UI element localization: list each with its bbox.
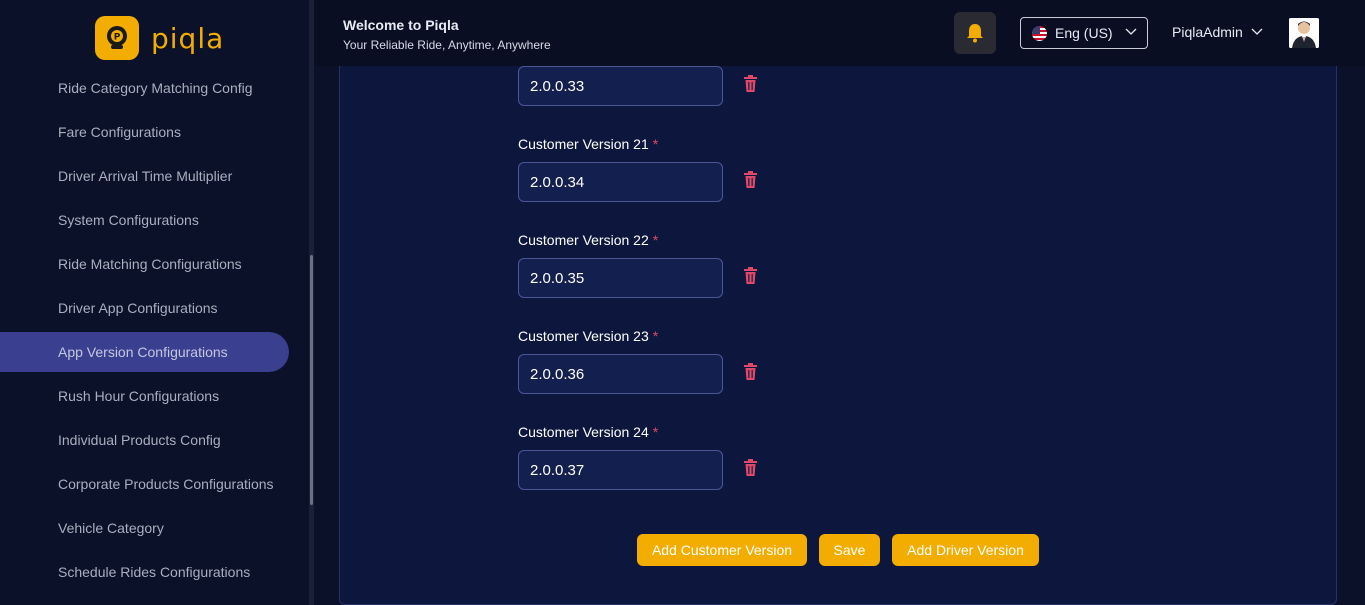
brand-logo[interactable]: P piqla [95,16,224,60]
customer-version-22-input[interactable] [518,258,723,298]
brand-name: piqla [151,21,225,55]
sidebar-item-ride-category-matching[interactable]: Ride Category Matching Config [0,68,289,108]
sidebar-item-corporate-products[interactable]: Corporate Products Configurations [0,464,289,504]
sidebar: P piqla Ride Category Matching Config Fa… [0,0,309,605]
sidebar-item-vehicle-category[interactable]: Vehicle Category [0,508,289,548]
welcome-title: Welcome to Piqla [343,17,459,33]
customer-version-24-input[interactable] [518,450,723,490]
trash-icon[interactable] [743,459,758,476]
app-version-panel [339,66,1337,605]
welcome-subtitle: Your Reliable Ride, Anytime, Anywhere [343,38,551,52]
field-label-text: Customer Version 21 [518,136,649,152]
trash-icon[interactable] [743,171,758,188]
sidebar-item-schedule-rides[interactable]: Schedule Rides Configurations [0,552,289,592]
user-menu[interactable]: PiqlaAdmin [1172,24,1263,40]
sidebar-item-individual-products[interactable]: Individual Products Config [0,420,289,460]
required-mark: * [652,136,659,152]
customer-version-22-label: Customer Version 22 * [518,232,658,248]
field-label-text: Customer Version 22 [518,232,649,248]
customer-version-20-input[interactable] [518,66,723,106]
field-label-text: Customer Version 24 [518,424,649,440]
customer-version-23-label: Customer Version 23 * [518,328,658,344]
chevron-down-icon [1125,28,1137,35]
trash-icon[interactable] [743,363,758,380]
add-customer-version-button[interactable]: Add Customer Version [637,534,807,566]
us-flag-icon [1032,25,1047,41]
required-mark: * [652,424,659,440]
required-mark: * [652,328,659,344]
chevron-down-icon [1251,28,1263,35]
required-mark: * [652,232,659,248]
save-button[interactable]: Save [819,534,880,566]
sidebar-item-driver-app[interactable]: Driver App Configurations [0,288,289,328]
sidebar-item-app-version[interactable]: App Version Configurations [0,332,289,372]
customer-version-23-input[interactable] [518,354,723,394]
customer-version-21-input[interactable] [518,162,723,202]
logo-badge-icon: P [95,16,139,60]
avatar[interactable] [1289,18,1319,48]
sidebar-item-fare-configurations[interactable]: Fare Configurations [0,112,289,152]
sidebar-item-rush-hour[interactable]: Rush Hour Configurations [0,376,289,416]
customer-version-24-label: Customer Version 24 * [518,424,658,440]
add-driver-version-button[interactable]: Add Driver Version [892,534,1039,566]
sidebar-item-driver-arrival-time[interactable]: Driver Arrival Time Multiplier [0,156,289,196]
trash-icon[interactable] [743,75,758,92]
field-label-text: Customer Version 23 [518,328,649,344]
sidebar-item-system-configurations[interactable]: System Configurations [0,200,289,240]
language-label: Eng (US) [1055,25,1113,41]
sidebar-scrollbar-thumb[interactable] [310,255,313,505]
bell-icon [967,24,983,43]
language-select[interactable]: Eng (US) [1020,17,1148,49]
notifications-button[interactable] [954,12,996,54]
trash-icon[interactable] [743,267,758,284]
svg-text:P: P [114,33,121,43]
top-header: Welcome to Piqla Your Reliable Ride, Any… [314,0,1365,66]
sidebar-item-ride-matching[interactable]: Ride Matching Configurations [0,244,289,284]
customer-version-21-label: Customer Version 21 * [518,136,658,152]
user-name: PiqlaAdmin [1172,24,1243,40]
